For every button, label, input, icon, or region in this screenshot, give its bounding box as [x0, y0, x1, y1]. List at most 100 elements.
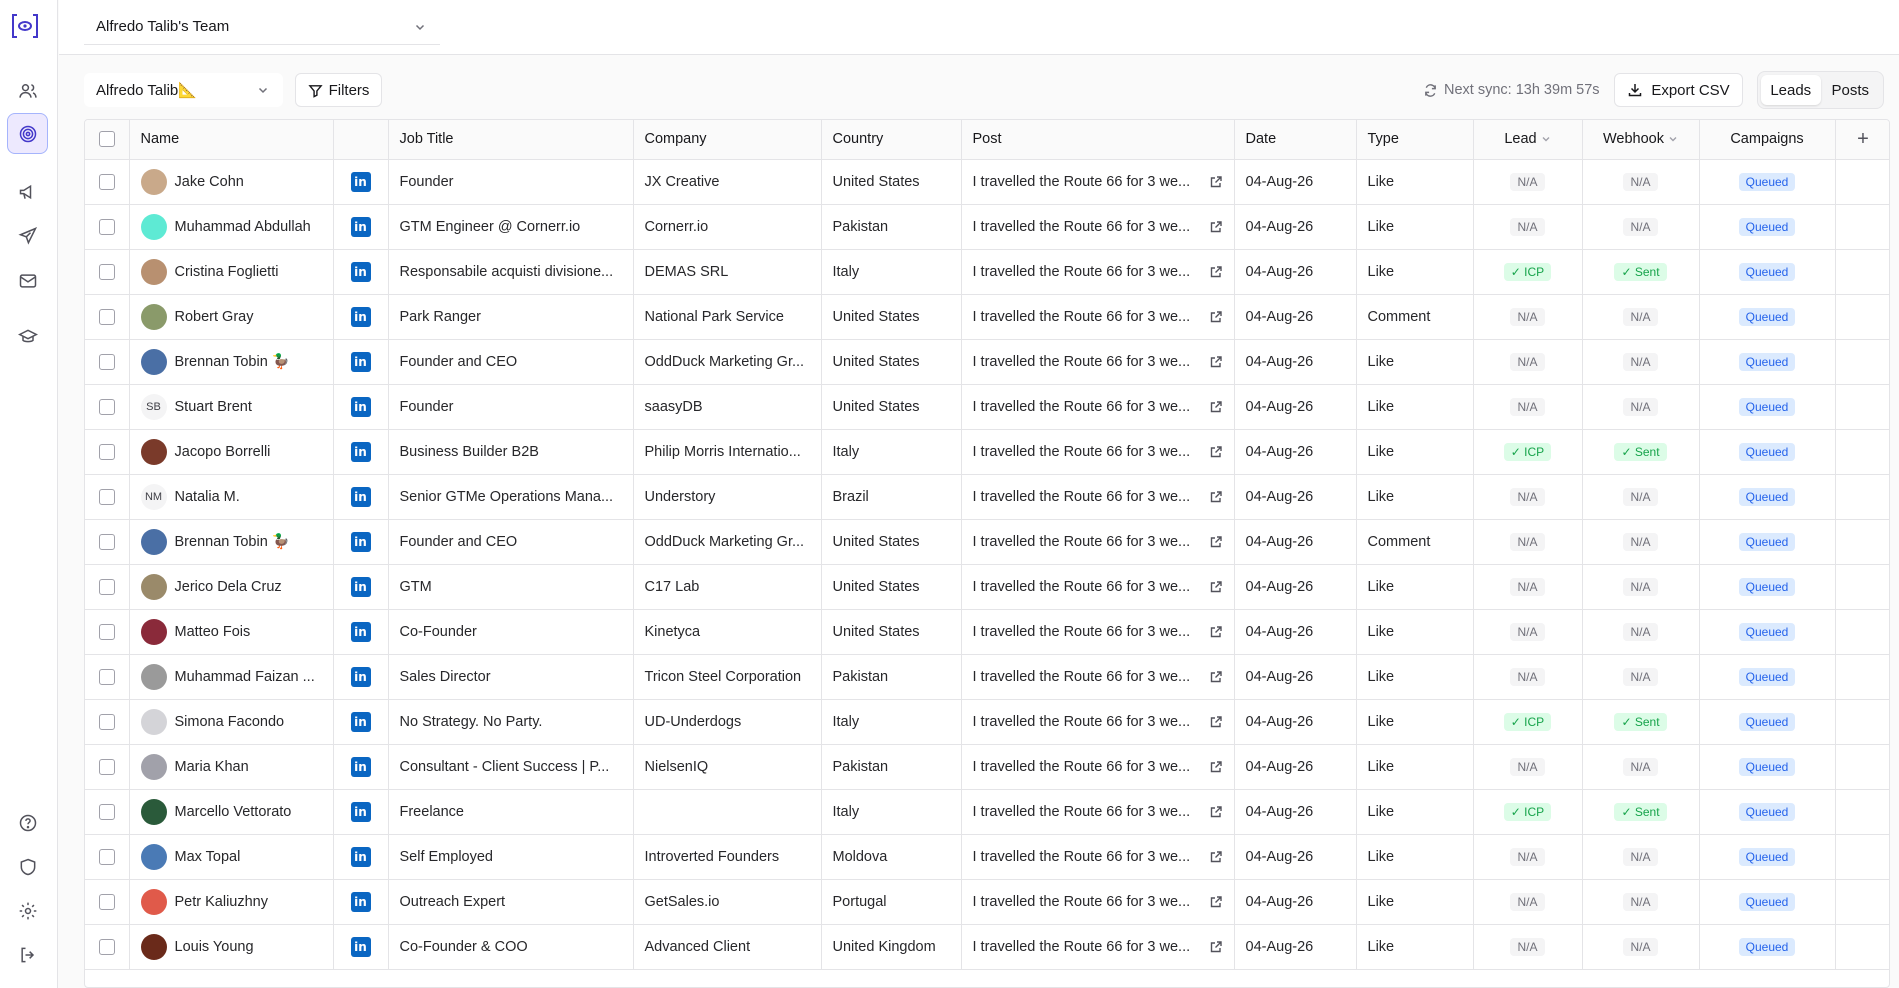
post-cell[interactable]: I travelled the Route 66 for 3 we...: [961, 339, 1235, 385]
name-cell[interactable]: Muhammad Faizan ...: [129, 654, 334, 700]
post-cell[interactable]: I travelled the Route 66 for 3 we...: [961, 924, 1235, 970]
linkedin-icon[interactable]: in: [350, 666, 371, 687]
name-cell[interactable]: Jacopo Borrelli: [129, 429, 334, 475]
post-cell[interactable]: I travelled the Route 66 for 3 we...: [961, 519, 1235, 565]
table-row[interactable]: Jake Cohn in Founder JX Creative United …: [85, 159, 1889, 205]
table-row[interactable]: NM Natalia M. in Senior GTMe Operations …: [85, 474, 1889, 520]
name-cell[interactable]: Muhammad Abdullah: [129, 204, 334, 250]
row-checkbox[interactable]: [98, 893, 115, 910]
name-cell[interactable]: Marcello Vettorato: [129, 789, 334, 835]
post-cell[interactable]: I travelled the Route 66 for 3 we...: [961, 564, 1235, 610]
col-header-date[interactable]: Date: [1234, 120, 1357, 160]
row-checkbox[interactable]: [98, 758, 115, 775]
row-checkbox[interactable]: [98, 623, 115, 640]
col-header-name[interactable]: Name: [129, 120, 334, 160]
team-select[interactable]: Alfredo Talib's Team: [84, 9, 440, 45]
table-row[interactable]: Cristina Foglietti in Responsabile acqui…: [85, 249, 1889, 295]
user-select[interactable]: Alfredo Talib📐: [84, 73, 283, 107]
lead-name[interactable]: Muhammad Abdullah: [175, 219, 311, 235]
table-row[interactable]: Simona Facondo in No Strategy. No Party.…: [85, 699, 1889, 745]
table-row[interactable]: Muhammad Faizan ... in Sales Director Tr…: [85, 654, 1889, 700]
lead-name[interactable]: Cristina Foglietti: [175, 264, 279, 280]
row-checkbox[interactable]: [98, 218, 115, 235]
post-cell[interactable]: I travelled the Route 66 for 3 we...: [961, 654, 1235, 700]
post-cell[interactable]: I travelled the Route 66 for 3 we...: [961, 834, 1235, 880]
lead-name[interactable]: Stuart Brent: [175, 399, 252, 415]
lead-name[interactable]: Petr Kaliuzhny: [175, 894, 269, 910]
post-cell[interactable]: I travelled the Route 66 for 3 we...: [961, 609, 1235, 655]
external-link-icon[interactable]: [1209, 625, 1223, 639]
row-checkbox[interactable]: [98, 173, 115, 190]
sidebar-item-learn[interactable]: [7, 316, 48, 357]
table-row[interactable]: Marcello Vettorato in Freelance Italy I …: [85, 789, 1889, 835]
lead-name[interactable]: Jerico Dela Cruz: [175, 579, 282, 595]
post-cell[interactable]: I travelled the Route 66 for 3 we...: [961, 249, 1235, 295]
lead-name[interactable]: Natalia M.: [175, 489, 240, 505]
name-cell[interactable]: Brennan Tobin 🦆: [129, 519, 334, 565]
name-cell[interactable]: Cristina Foglietti: [129, 249, 334, 295]
name-cell[interactable]: SB Stuart Brent: [129, 384, 334, 430]
app-logo-icon[interactable]: [10, 12, 40, 40]
post-cell[interactable]: I travelled the Route 66 for 3 we...: [961, 744, 1235, 790]
row-checkbox[interactable]: [98, 308, 115, 325]
sidebar-item-help[interactable]: [7, 802, 48, 843]
table-row[interactable]: Petr Kaliuzhny in Outreach Expert GetSal…: [85, 879, 1889, 925]
post-cell[interactable]: I travelled the Route 66 for 3 we...: [961, 474, 1235, 520]
row-checkbox[interactable]: [98, 938, 115, 955]
name-cell[interactable]: Jake Cohn: [129, 159, 334, 205]
col-header-company[interactable]: Company: [633, 120, 822, 160]
external-link-icon[interactable]: [1209, 670, 1223, 684]
linkedin-icon[interactable]: in: [350, 396, 371, 417]
linkedin-icon[interactable]: in: [350, 576, 371, 597]
row-checkbox[interactable]: [98, 353, 115, 370]
lead-name[interactable]: Maria Khan: [175, 759, 249, 775]
tab-leads[interactable]: Leads: [1761, 75, 1821, 105]
lead-name[interactable]: Muhammad Faizan ...: [175, 669, 315, 685]
export-csv-button[interactable]: Export CSV: [1614, 73, 1743, 107]
external-link-icon[interactable]: [1209, 760, 1223, 774]
lead-name[interactable]: Robert Gray: [175, 309, 254, 325]
row-checkbox[interactable]: [98, 668, 115, 685]
table-row[interactable]: SB Stuart Brent in Founder saasyDB Unite…: [85, 384, 1889, 430]
row-checkbox[interactable]: [98, 443, 115, 460]
linkedin-icon[interactable]: in: [350, 351, 371, 372]
col-header-campaigns[interactable]: Campaigns: [1699, 120, 1836, 160]
post-cell[interactable]: I travelled the Route 66 for 3 we...: [961, 204, 1235, 250]
lead-name[interactable]: Brennan Tobin 🦆: [175, 353, 290, 370]
table-row[interactable]: Brennan Tobin 🦆 in Founder and CEO OddDu…: [85, 339, 1889, 385]
post-cell[interactable]: I travelled the Route 66 for 3 we...: [961, 429, 1235, 475]
linkedin-icon[interactable]: in: [350, 261, 371, 282]
row-checkbox[interactable]: [98, 533, 115, 550]
add-column-button[interactable]: +: [1835, 120, 1889, 160]
lead-name[interactable]: Louis Young: [175, 939, 254, 955]
external-link-icon[interactable]: [1209, 580, 1223, 594]
post-cell[interactable]: I travelled the Route 66 for 3 we...: [961, 699, 1235, 745]
col-header-webhook[interactable]: Webhook: [1582, 120, 1700, 160]
filters-button[interactable]: Filters: [295, 73, 382, 107]
linkedin-icon[interactable]: in: [350, 711, 371, 732]
linkedin-icon[interactable]: in: [350, 531, 371, 552]
lead-name[interactable]: Brennan Tobin 🦆: [175, 533, 290, 550]
sidebar-item-logout[interactable]: [7, 934, 48, 975]
lead-name[interactable]: Max Topal: [175, 849, 241, 865]
external-link-icon[interactable]: [1209, 220, 1223, 234]
name-cell[interactable]: Brennan Tobin 🦆: [129, 339, 334, 385]
col-header-post[interactable]: Post: [961, 120, 1235, 160]
sidebar-item-security[interactable]: [7, 846, 48, 887]
name-cell[interactable]: Jerico Dela Cruz: [129, 564, 334, 610]
linkedin-icon[interactable]: in: [350, 756, 371, 777]
linkedin-icon[interactable]: in: [350, 891, 371, 912]
row-checkbox[interactable]: [98, 263, 115, 280]
external-link-icon[interactable]: [1209, 355, 1223, 369]
col-header-country[interactable]: Country: [821, 120, 962, 160]
name-cell[interactable]: Maria Khan: [129, 744, 334, 790]
row-checkbox[interactable]: [98, 398, 115, 415]
external-link-icon[interactable]: [1209, 310, 1223, 324]
post-cell[interactable]: I travelled the Route 66 for 3 we...: [961, 159, 1235, 205]
table-row[interactable]: Muhammad Abdullah in GTM Engineer @ Corn…: [85, 204, 1889, 250]
external-link-icon[interactable]: [1209, 850, 1223, 864]
external-link-icon[interactable]: [1209, 265, 1223, 279]
lead-name[interactable]: Marcello Vettorato: [175, 804, 292, 820]
linkedin-icon[interactable]: in: [350, 171, 371, 192]
name-cell[interactable]: Simona Facondo: [129, 699, 334, 745]
